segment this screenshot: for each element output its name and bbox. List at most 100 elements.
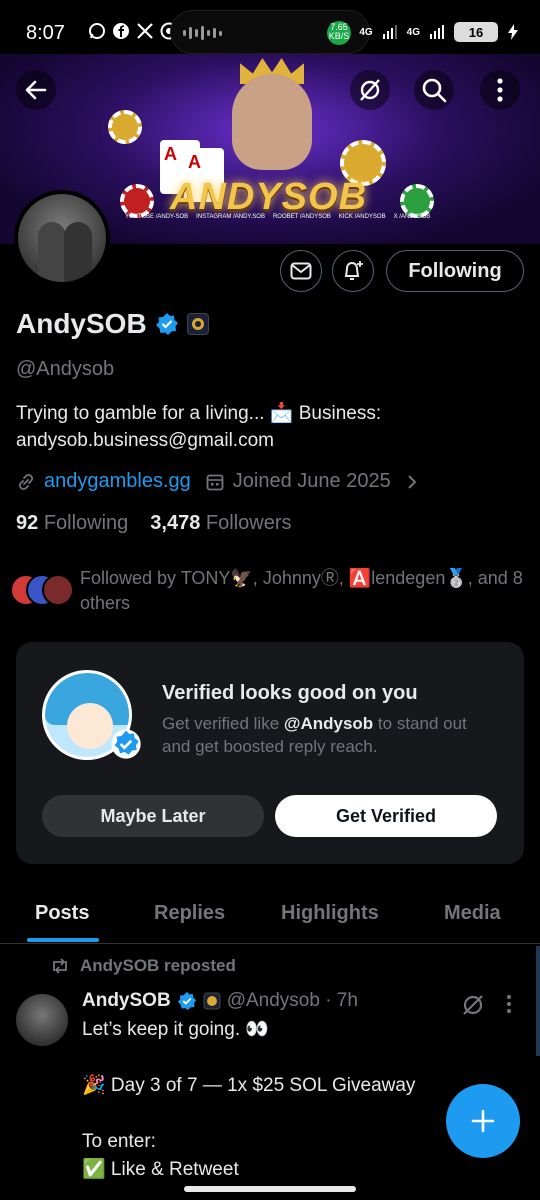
grok-icon [360, 79, 380, 101]
x-icon [137, 23, 153, 39]
tab-highlights[interactable]: Highlights [281, 902, 379, 925]
network-speed: 7.65 KB/S [329, 23, 350, 41]
followers-count-link[interactable]: 3,478 Followers [150, 512, 291, 535]
search-button[interactable] [414, 70, 454, 110]
followers-label: Followers [205, 512, 292, 534]
social-platform: YOUTUBE [125, 214, 155, 220]
post-header: AndySOB @Andysob · 7h [82, 990, 358, 1012]
profile-handle: @Andysob [16, 358, 115, 380]
speed-unit: KB/S [328, 31, 350, 41]
battery-icon: 16 [454, 22, 498, 42]
banner-brand: ANDYSOB [170, 176, 368, 218]
website-link[interactable]: andygambles.gg [44, 470, 191, 493]
roobet-logo-icon [191, 318, 204, 330]
upsell-title: Verified looks good on you [162, 682, 418, 704]
social-x: X /ANDYSOB [394, 214, 431, 220]
status-app-icons [88, 22, 178, 40]
social-handle: /ANDYSOB [399, 214, 431, 220]
calendar-icon [206, 474, 224, 490]
profile-name: AndySOB [16, 308, 147, 339]
following-button[interactable]: Following [386, 250, 524, 292]
social-platform: X [393, 214, 398, 220]
signal-icon [382, 25, 397, 39]
tab-media[interactable]: Media [444, 902, 501, 925]
verified-badge-icon [111, 729, 141, 759]
status-bar: 8:07 7.65 KB/S 4G 4G 16 [0, 0, 540, 54]
battery-level: 16 [468, 24, 484, 40]
banner-socials: YOUTUBE /ANDY-SOB INSTAGRAM /ANDY.SOB RO… [125, 214, 430, 220]
more-vertical-icon [507, 995, 511, 1013]
verified-badge-icon [177, 991, 196, 1011]
social-instagram: INSTAGRAM /ANDY.SOB [196, 214, 265, 220]
verified-upsell-card: Verified looks good on you Get verified … [16, 642, 524, 864]
post-handle-time: @Andysob · 7h [226, 990, 358, 1011]
repost-label: AndySOB reposted [80, 956, 236, 975]
get-verified-button[interactable]: Get Verified [275, 795, 497, 837]
upsell-description: Get verified like @Andysob to stand out … [162, 712, 492, 758]
tab-label: Posts [35, 902, 90, 924]
banner-portrait [232, 74, 312, 170]
tab-label: Replies [154, 902, 226, 924]
home-indicator[interactable] [184, 1186, 356, 1192]
grok-icon[interactable] [460, 992, 486, 1018]
compose-post-button[interactable] [446, 1084, 520, 1158]
audio-bars-icon [183, 25, 223, 41]
social-handle: /ANDYSOB [354, 214, 386, 220]
affiliate-badge-icon [203, 992, 221, 1010]
social-platform: INSTAGRAM [196, 214, 232, 220]
following-count-link[interactable]: 92 Following [16, 512, 128, 535]
arrow-left-icon [25, 80, 47, 100]
avatar [42, 574, 74, 606]
grok-button[interactable] [350, 70, 390, 110]
search-icon [422, 78, 447, 103]
social-handle: /ANDYSOB [299, 214, 331, 220]
following-count: 92 [16, 512, 39, 534]
maybe-later-button[interactable]: Maybe Later [42, 795, 264, 837]
affiliate-badge-icon[interactable] [186, 313, 209, 335]
network-type-2: 4G [406, 26, 420, 38]
card-left-label: A [164, 144, 177, 164]
casino-chip-icon [120, 184, 154, 218]
post-body: Let’s keep it going. 👀 🎉 Day 3 of 7 — 1x… [82, 1019, 416, 1180]
whatsapp-icon [89, 23, 105, 39]
profile-avatar[interactable] [14, 190, 110, 286]
casino-chip-icon [400, 184, 434, 218]
plus-icon [471, 1109, 495, 1133]
link-icon [18, 473, 34, 490]
network-type-1: 4G [359, 26, 373, 38]
status-time: 8:07 [26, 22, 65, 44]
social-handle: /ANDY-SOB [155, 214, 189, 220]
status-right: 7.65 KB/S 4G 4G 16 [329, 22, 518, 42]
social-youtube: YOUTUBE /ANDY-SOB [125, 214, 188, 220]
envelope-icon [290, 262, 312, 280]
more-options-button[interactable] [480, 70, 520, 110]
tab-posts[interactable]: Posts [27, 902, 99, 942]
repost-icon [53, 958, 67, 974]
repost-context[interactable]: AndySOB reposted [50, 956, 236, 976]
message-button[interactable] [280, 250, 322, 292]
active-tab-indicator [27, 938, 99, 942]
notifications-button[interactable] [332, 250, 374, 292]
back-button[interactable] [16, 70, 56, 110]
profile-bio: Trying to gamble for a living... 📩 Busin… [16, 403, 382, 451]
chevron-right-icon[interactable] [405, 473, 419, 491]
tab-replies[interactable]: Replies [154, 902, 225, 925]
bell-plus-icon [344, 261, 363, 280]
avatar-figure [64, 222, 92, 282]
more-vertical-icon [497, 78, 503, 102]
profile-name-row: AndySOB [16, 308, 209, 340]
post-author-avatar[interactable] [16, 994, 68, 1046]
followed-by-avatars [10, 574, 76, 608]
upsell-desc-prefix: Get verified like [162, 714, 284, 733]
charging-icon [508, 24, 518, 40]
post-more-button[interactable] [506, 994, 512, 1020]
scrollbar[interactable] [536, 946, 540, 1056]
casino-chip-icon [108, 110, 142, 144]
verified-badge-icon[interactable] [155, 312, 179, 336]
profile-meta: andygambles.gg Joined June 2025 [16, 470, 419, 493]
social-platform: KICK [338, 214, 353, 220]
following-label: Following [43, 512, 129, 534]
tab-label: Media [444, 902, 501, 924]
post-author-name[interactable]: AndySOB [82, 990, 171, 1012]
tab-label: Highlights [281, 902, 379, 924]
